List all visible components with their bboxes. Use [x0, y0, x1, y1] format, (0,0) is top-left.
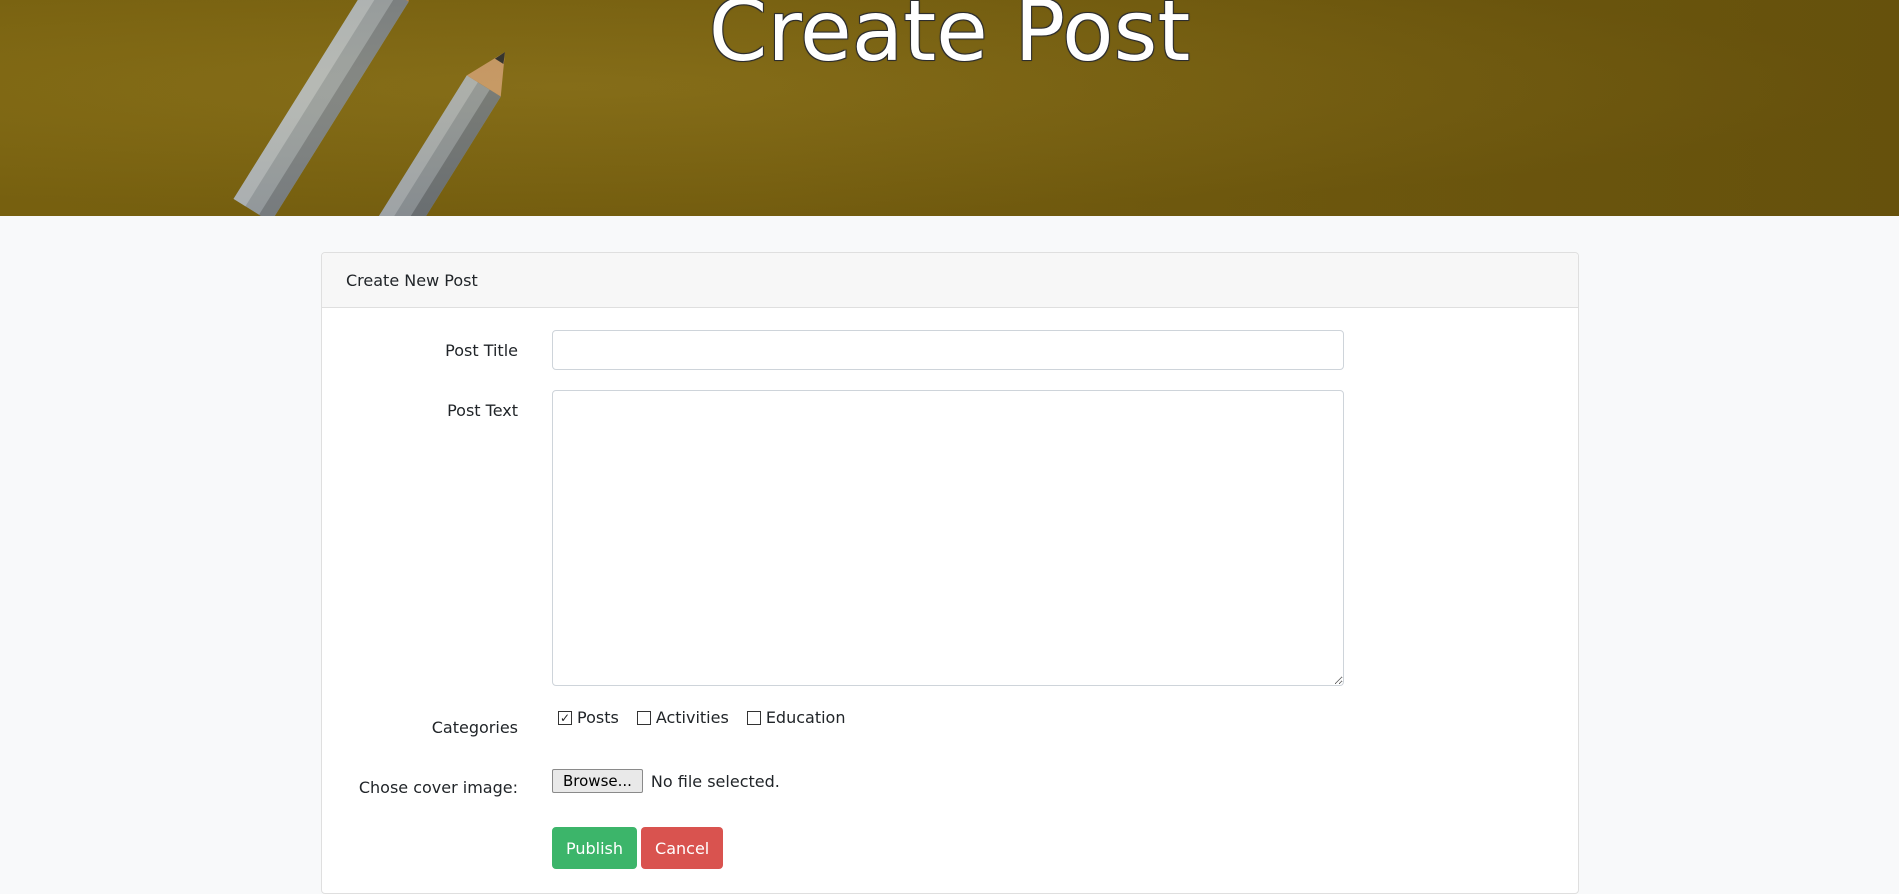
- page-title: Create Post: [708, 0, 1191, 80]
- form-actions: Publish Cancel: [552, 827, 724, 869]
- checkbox-activities[interactable]: [636, 710, 651, 725]
- categories-label: Categories: [431, 718, 518, 737]
- create-post-card: Create New Post Post Title Post Text Cat…: [321, 252, 1579, 894]
- checkmark-icon: ✓: [559, 710, 571, 725]
- post-title-input[interactable]: [552, 330, 1344, 370]
- browse-button[interactable]: Browse...: [552, 769, 643, 793]
- category-activities-label: Activities: [655, 708, 729, 727]
- category-education[interactable]: Education: [746, 708, 846, 727]
- cancel-button[interactable]: Cancel: [641, 827, 724, 869]
- post-title-label: Post Title: [445, 341, 518, 360]
- hero-banner: Create Post: [0, 0, 1899, 216]
- card-header: Create New Post: [322, 253, 1578, 308]
- file-status: No file selected.: [650, 771, 780, 791]
- checkbox-posts[interactable]: ✓: [558, 710, 572, 725]
- publish-button[interactable]: Publish: [552, 827, 638, 869]
- category-posts-label: Posts: [577, 708, 619, 727]
- file-input: Browse... No file selected.: [552, 769, 780, 793]
- cover-image-label: Chose cover image:: [358, 778, 518, 797]
- category-activities[interactable]: Activities: [636, 708, 729, 727]
- categories-group: ✓ Posts Activities Education: [558, 708, 863, 727]
- category-posts[interactable]: ✓ Posts: [558, 708, 619, 727]
- post-text-label: Post Text: [447, 401, 518, 420]
- post-text-textarea[interactable]: [552, 390, 1344, 686]
- checkbox-education[interactable]: [746, 710, 761, 725]
- category-education-label: Education: [765, 708, 846, 727]
